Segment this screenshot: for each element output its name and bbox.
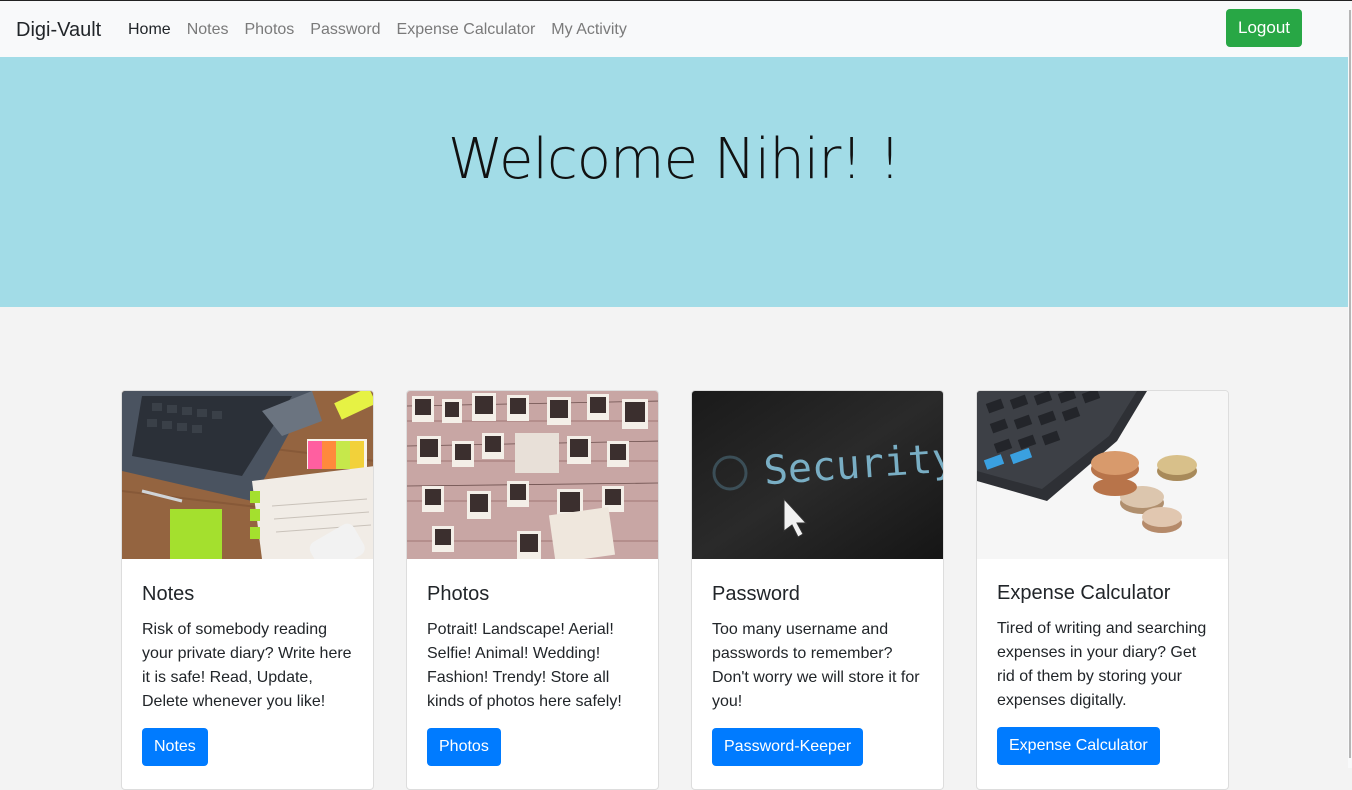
notes-button[interactable]: Notes: [142, 728, 208, 766]
card-text-photos: Potrait! Landscape! Aerial! Selfie! Anim…: [427, 621, 622, 710]
photos-card: Photos Potrait! Landscape! Aerial! Selfi…: [406, 390, 659, 790]
nav-link-home[interactable]: Home: [128, 20, 171, 40]
nav-link-my-activity[interactable]: My Activity: [551, 20, 627, 40]
notes-card-image: [122, 391, 373, 559]
password-card: Security Password Too many username and …: [691, 390, 944, 790]
password-card-image: Security: [692, 391, 943, 559]
scrollbar-thumb[interactable]: [1349, 10, 1351, 758]
navbar: Digi-Vault Home Notes Photos Password Ex…: [0, 1, 1352, 57]
photos-button[interactable]: Photos: [427, 728, 501, 766]
card-title-notes: Notes: [142, 583, 195, 605]
nav-link-expense-calculator[interactable]: Expense Calculator: [397, 20, 536, 40]
nav-link-photos[interactable]: Photos: [244, 20, 294, 40]
notes-card: Notes Risk of somebody reading your priv…: [121, 390, 374, 790]
nav-link-notes[interactable]: Notes: [187, 20, 229, 40]
expense-calculator-card-image: [977, 391, 1228, 559]
card-text-password: Too many username and passwords to remem…: [712, 621, 920, 710]
expense-calculator-card: Expense Calculator Tired of writing and …: [976, 390, 1229, 790]
welcome-heading: Welcome Nihir! !: [447, 127, 901, 192]
card-title-expense-calculator: Expense Calculator: [997, 582, 1171, 604]
card-text-notes: Risk of somebody reading your private di…: [142, 621, 352, 710]
hero-jumbotron: Welcome Nihir! !: [0, 57, 1348, 307]
card-title-password: Password: [712, 583, 800, 605]
password-keeper-button[interactable]: Password-Keeper: [712, 728, 864, 766]
expense-calculator-button[interactable]: Expense Calculator: [997, 727, 1160, 765]
brand-link[interactable]: Digi-Vault: [16, 18, 101, 42]
nav-link-password[interactable]: Password: [310, 20, 380, 40]
nav-links: Home Notes Photos Password Expense Calcu…: [128, 20, 627, 40]
card-text-expense-calculator: Tired of writing and searching expenses …: [997, 620, 1207, 709]
card-title-photos: Photos: [427, 583, 490, 605]
logout-button[interactable]: Logout: [1226, 9, 1302, 47]
photos-card-image: [407, 391, 658, 559]
